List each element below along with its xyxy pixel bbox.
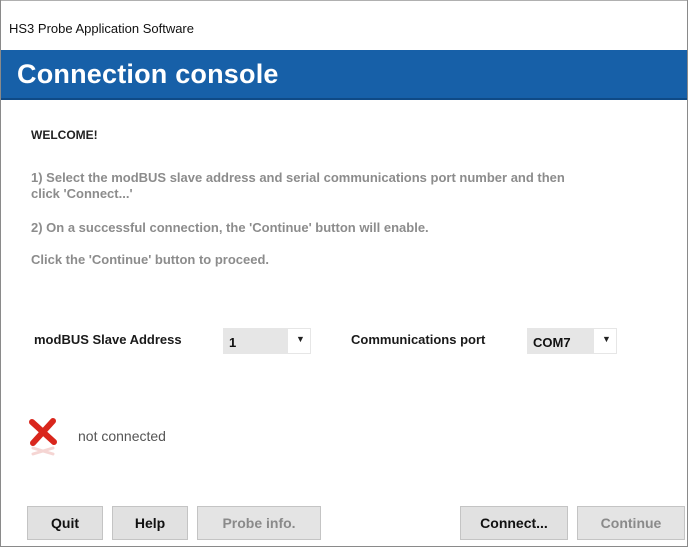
window-title: HS3 Probe Application Software [9,21,194,36]
main-content: WELCOME! 1) Select the modBUS slave addr… [1,102,687,542]
slave-address-select[interactable]: 1 ▼ [223,328,311,354]
connect-button[interactable]: Connect... [460,506,568,540]
welcome-heading: WELCOME! [31,128,98,142]
quit-button[interactable]: Quit [27,506,103,540]
red-x-icon [29,418,57,456]
dropdown-arrow-button[interactable]: ▼ [288,329,310,353]
comm-port-value: COM7 [533,335,571,350]
title-bar: HS3 Probe Application Software [1,0,687,44]
instruction-step-2: 2) On a successful connection, the 'Cont… [31,220,429,235]
continue-button[interactable]: Continue [577,506,685,540]
instruction-step-1: 1) Select the modBUS slave address and s… [31,170,565,201]
comm-port-label: Communications port [351,332,486,347]
chevron-down-icon: ▼ [296,334,305,344]
page-title: Connection console [17,59,279,89]
slave-address-label: modBUS Slave Address [34,332,182,347]
probe-info-button[interactable]: Probe info. [197,506,321,540]
dropdown-arrow-button[interactable]: ▼ [594,329,616,353]
chevron-down-icon: ▼ [602,334,611,344]
app-window: HS3 Probe Application Software Connectio… [0,0,688,547]
comm-port-select[interactable]: COM7 ▼ [527,328,617,354]
instruction-step-3: Click the 'Continue' button to proceed. [31,252,270,267]
slave-address-value: 1 [229,335,237,350]
header-banner: Connection console [1,50,687,100]
help-button[interactable]: Help [112,506,188,540]
connection-status: not connected [78,428,166,444]
